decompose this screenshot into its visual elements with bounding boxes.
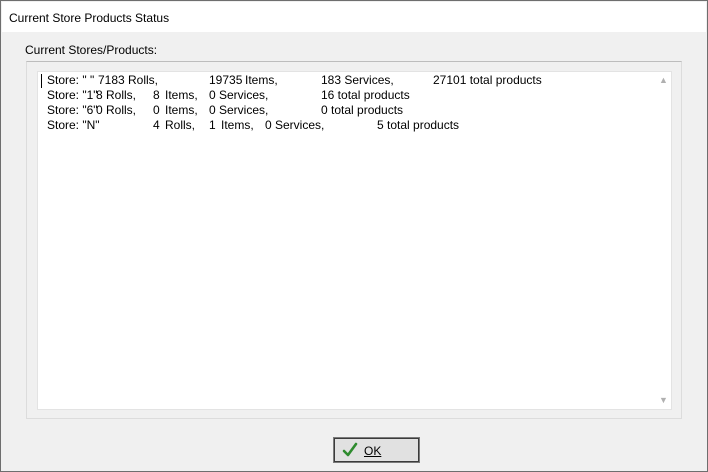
rolls-count: 4: [153, 118, 160, 132]
items-count: 1: [209, 118, 216, 132]
store-name: Store: "6": [47, 103, 98, 117]
dialog-window: Current Store Products Status Current St…: [0, 0, 708, 472]
window-title: Current Store Products Status: [9, 11, 170, 25]
scroll-up-icon[interactable]: ▲: [659, 76, 668, 85]
store-name: Store: "1": [47, 88, 98, 102]
scroll-down-icon[interactable]: ▼: [659, 396, 668, 405]
ok-button-label: OK: [364, 444, 382, 458]
items-label: Items,: [165, 103, 198, 117]
total-value: 5 total products: [377, 118, 460, 132]
rolls-label: Rolls,: [128, 73, 159, 87]
group-label: Current Stores/Products:: [25, 43, 161, 57]
rolls-label: Rolls,: [165, 118, 196, 132]
vertical-scrollbar[interactable]: ▲ ▼: [656, 72, 671, 409]
total-value: 0 total products: [321, 103, 404, 117]
store-name: Store: " ": [47, 73, 95, 87]
items-label: Items,: [245, 73, 278, 87]
store-name: Store: "N": [47, 118, 100, 132]
total-value: 16 total products: [321, 88, 410, 102]
services-value: 0 Services,: [209, 103, 269, 117]
products-memo[interactable]: [37, 71, 672, 410]
rolls-count: 8: [96, 88, 103, 102]
title-bar[interactable]: Current Store Products Status: [2, 2, 706, 32]
rolls-count: 0: [96, 103, 103, 117]
total-value: 27101 total products: [433, 73, 542, 87]
text-caret: [41, 74, 42, 88]
services-value: 0 Services,: [265, 118, 325, 132]
services-value: 183 Services,: [321, 73, 394, 87]
items-count: 19735: [209, 73, 243, 87]
items-count: 0: [153, 103, 160, 117]
services-value: 0 Services,: [209, 88, 269, 102]
rolls-count: 7183: [98, 73, 125, 87]
items-label: Items,: [221, 118, 254, 132]
items-label: Items,: [165, 88, 198, 102]
rolls-label: Rolls,: [106, 103, 137, 117]
items-count: 8: [153, 88, 160, 102]
rolls-label: Rolls,: [106, 88, 137, 102]
checkmark-icon: [342, 442, 358, 457]
ok-button[interactable]: OK: [333, 437, 420, 463]
